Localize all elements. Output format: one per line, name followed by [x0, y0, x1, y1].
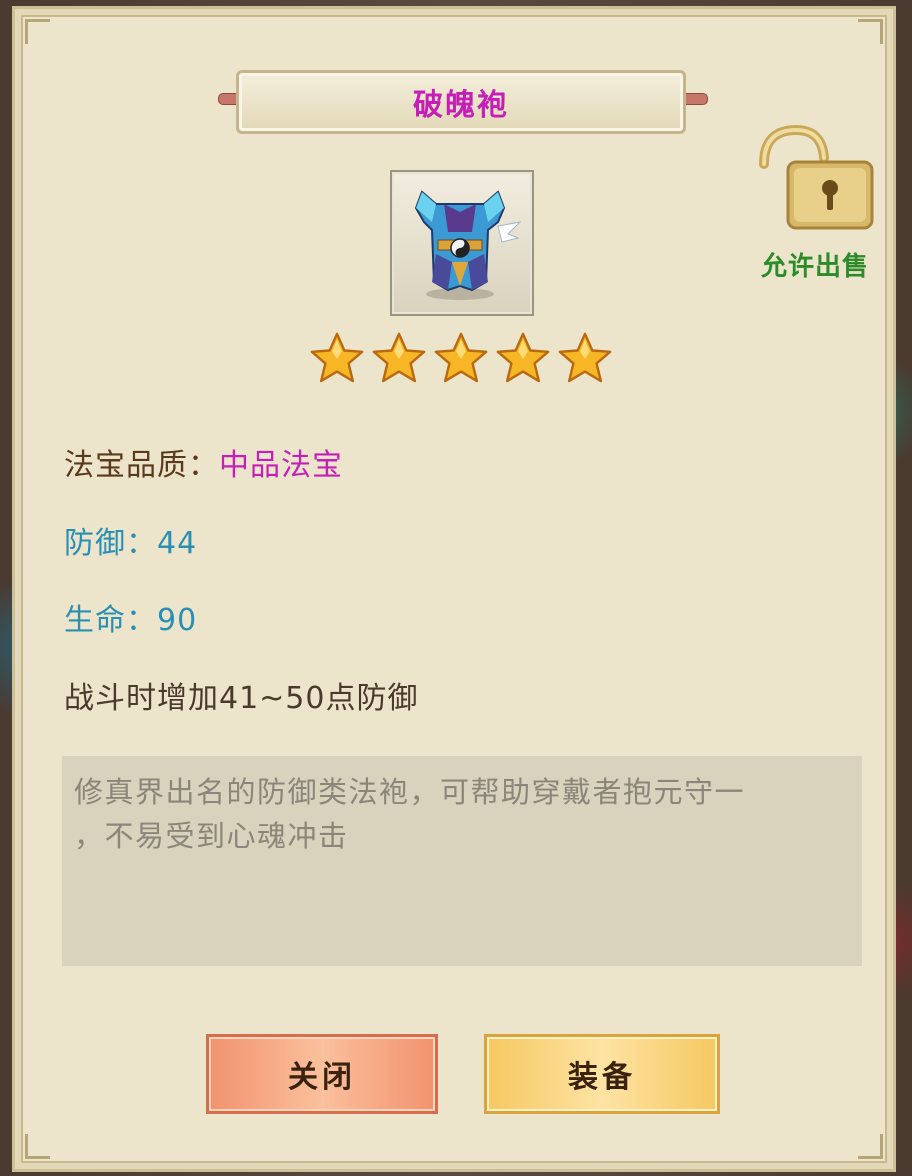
- item-icon-frame: [390, 170, 534, 316]
- corner-ornament: [25, 19, 50, 44]
- unlocked-padlock-icon: [759, 124, 874, 230]
- star-icon: [372, 332, 426, 383]
- star-icon: [310, 332, 364, 383]
- quality-value: 中品法宝: [219, 448, 343, 483]
- health-stat: 生命：90: [64, 603, 198, 638]
- title-banner: 破魄袍: [236, 70, 686, 134]
- quality-row: 法宝品质：中品法宝: [64, 440, 343, 484]
- star-icon: [434, 332, 488, 383]
- item-title: 破魄袍: [413, 88, 509, 123]
- corner-ornament: [25, 1134, 50, 1159]
- description-box: 修真界出名的防御类法袍，可帮助穿戴者抱元守一 ，不易受到心魂冲击: [62, 756, 862, 966]
- star-icon: [496, 332, 550, 383]
- description-line-1: 修真界出名的防御类法袍，可帮助穿戴者抱元守一: [74, 775, 746, 809]
- corner-ornament: [858, 19, 883, 44]
- defense-stat: 防御：44: [64, 526, 198, 561]
- description-line-2: ，不易受到心魂冲击: [74, 819, 349, 853]
- armor-robe-icon: [414, 190, 522, 300]
- equip-button[interactable]: 装备: [484, 1034, 720, 1114]
- sell-permission-label: 允许出售: [760, 252, 869, 282]
- quality-label: 法宝品质：: [64, 448, 219, 483]
- star-rating: [308, 330, 618, 390]
- close-button[interactable]: 关闭: [206, 1034, 438, 1114]
- star-icon: [558, 332, 612, 383]
- corner-ornament: [858, 1134, 883, 1159]
- effect-text: 战斗时增加41~50点防御: [64, 681, 419, 716]
- sell-lock-toggle[interactable]: [756, 124, 876, 234]
